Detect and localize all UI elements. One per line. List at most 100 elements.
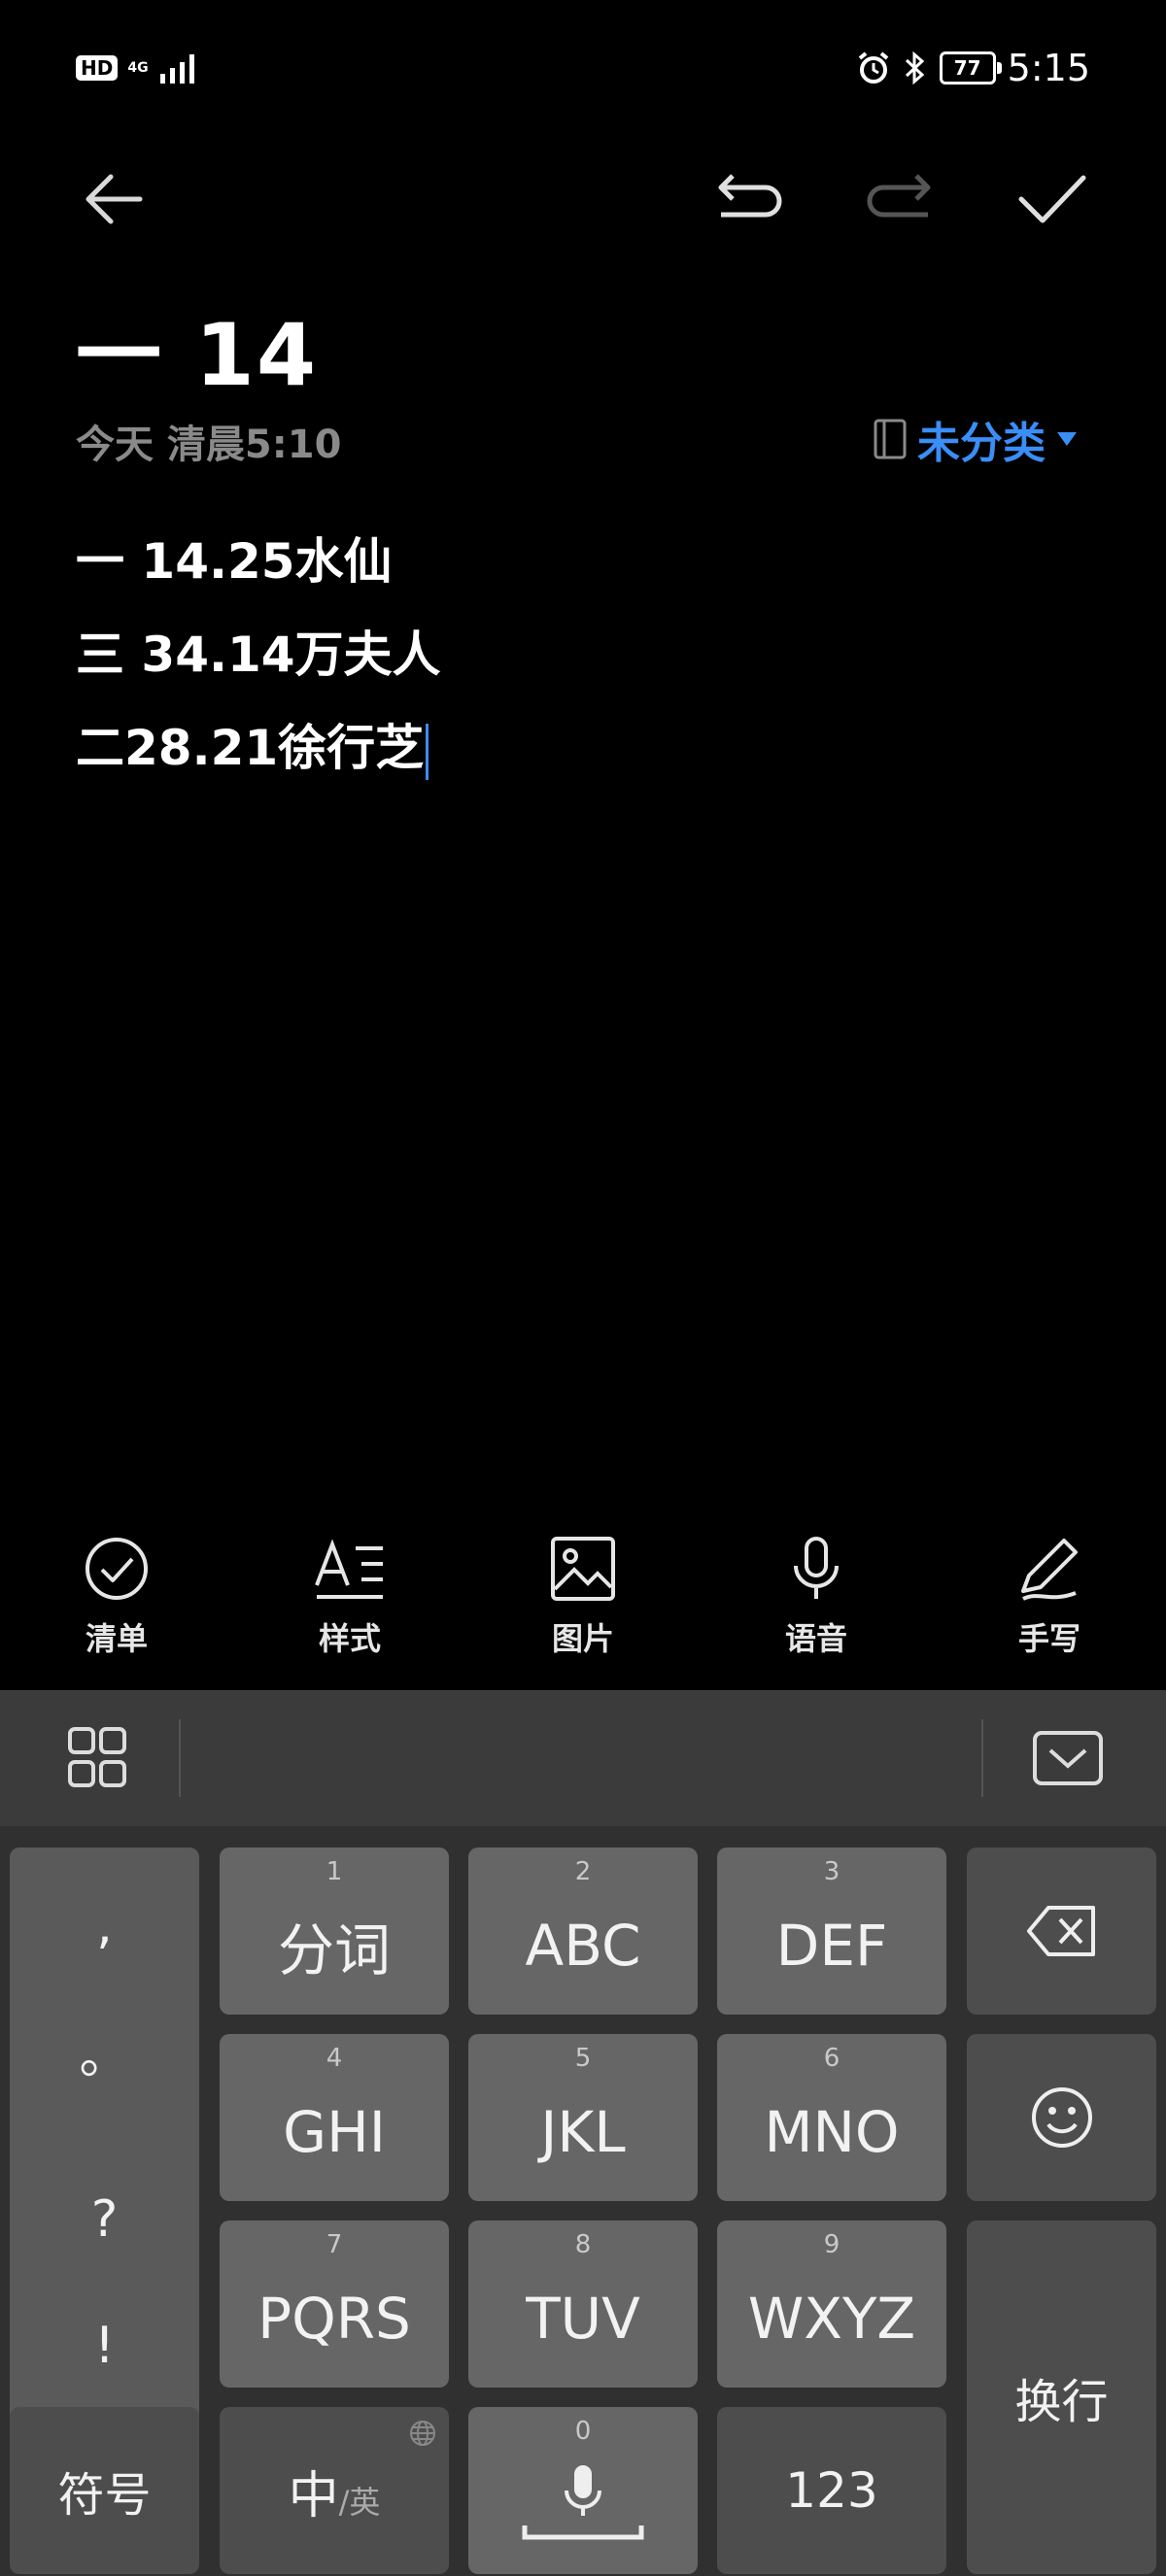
key-5[interactable]: 5 JKL [468,2034,698,2201]
key-label: GHI [283,2099,386,2165]
enter-label: 换行 [1014,2375,1109,2429]
divider [179,1719,181,1797]
voice-button[interactable]: 语音 [738,1535,894,1659]
key-number: 0 [574,2417,592,2446]
backspace-key[interactable] [967,1847,1156,2015]
undo-icon [718,174,782,218]
key-1[interactable]: 1 分词 [220,1847,449,2015]
style-button[interactable]: 样式 [272,1535,428,1659]
microphone-space-icon [522,2465,644,2540]
punct-key[interactable]: 。 [79,2015,129,2087]
keyboard-toolbar [0,1690,1166,1826]
key-label: ABC [525,1913,641,1979]
punctuation-column[interactable]: , 。 [10,1847,199,2137]
redo-icon [867,174,931,218]
keyboard-hide-icon [1033,1731,1103,1785]
emoji-icon [1031,2087,1092,2148]
keyboard: , 。 ? ! 1 分词 2 ABC 3 DEF 4 GHI 5 JKL 6 M… [0,1690,1166,2576]
note-line: 三 34.14万夫人 [76,627,441,683]
key-number: 7 [326,2230,343,2259]
tool-label: 清单 [85,1620,148,1657]
symbols-label: 符号 [57,2468,152,2523]
note-line: 二28.21徐行芝 [76,720,425,776]
language-switch-key[interactable]: 中/英 [220,2407,449,2574]
key-number: 2 [574,1857,592,1886]
hd-badge: HD [76,55,119,81]
emoji-key[interactable] [967,2034,1156,2201]
dropdown-triangle-icon [1057,432,1077,446]
save-button[interactable] [1009,155,1096,243]
punct-key[interactable]: ! [94,2317,115,2375]
key-label: DEF [775,1913,888,1979]
punctuation-column-lower[interactable]: ? ! [10,2137,199,2428]
key-4[interactable]: 4 GHI [220,2034,449,2201]
lang-sub: /英 [338,2483,381,2521]
tool-label: 语音 [784,1620,847,1657]
key-label: TUV [526,2286,640,2352]
handwriting-button[interactable]: 手写 [972,1535,1127,1659]
note-title[interactable]: 一 14 [76,287,318,410]
image-button[interactable]: 图片 [505,1535,661,1659]
status-right: 77 5:15 [856,47,1090,89]
tool-label: 图片 [551,1620,614,1657]
tool-label: 手写 [1017,1620,1080,1657]
lang-label: 中/英 [289,2455,381,2527]
key-number: 9 [823,2230,840,2259]
checklist-button[interactable]: 清单 [39,1535,194,1659]
key-label: 分词 [277,1917,391,1983]
text-cursor [426,723,429,780]
divider [981,1719,983,1797]
key-number: 1 [326,1857,343,1886]
network-type: 4G [127,60,149,76]
status-time: 5:15 [1007,47,1090,89]
pen-icon [1021,1539,1078,1601]
note-line: 一 14.25水仙 [76,533,393,590]
hide-keyboard-button[interactable] [1025,1729,1111,1787]
checkmark-icon [1018,175,1086,223]
key-3[interactable]: 3 DEF [717,1847,946,2015]
checklist-icon [86,1538,148,1600]
backspace-icon [1026,1906,1095,1956]
alarm-icon [858,51,888,84]
battery-indicator: 77 [939,51,1002,85]
key-number: 6 [823,2044,840,2073]
category-label: 未分类 [917,419,1046,468]
status-bar: HD 4G 77 5:15 [0,0,1166,146]
signal-icon [159,54,194,84]
numbers-key[interactable]: 123 [717,2407,946,2574]
punct-key[interactable]: ? [91,2190,119,2249]
enter-key[interactable]: 换行 [967,2220,1156,2574]
key-7[interactable]: 7 PQRS [220,2220,449,2388]
undo-button[interactable] [704,155,792,243]
space-key[interactable]: 0 [468,2407,698,2574]
text-style-icon [315,1539,383,1599]
image-icon [551,1537,615,1601]
category-selector[interactable]: 未分类 [873,408,1079,470]
key-label: JKL [540,2099,626,2165]
keyboard-menu-button[interactable] [58,1725,136,1791]
bluetooth-icon [905,51,924,85]
redo-button[interactable] [857,155,944,243]
key-number: 4 [326,2044,343,2073]
note-body[interactable]: 一 14.25水仙 三 34.14万夫人 二28.21徐行芝 [76,515,441,795]
lang-main: 中 [288,2466,339,2525]
key-label: WXYZ [747,2286,916,2352]
key-number: 3 [823,1857,840,1886]
key-number: 8 [574,2230,592,2259]
key-2[interactable]: 2 ABC [468,1847,698,2015]
back-arrow-icon [86,174,143,224]
key-9[interactable]: 9 WXYZ [717,2220,946,2388]
numbers-label: 123 [785,2462,878,2519]
notebook-icon [874,419,907,459]
grid-menu-icon [68,1727,126,1787]
status-left: HD 4G [76,51,201,85]
battery-level: 77 [953,56,981,80]
punct-key[interactable]: , [96,1897,113,1955]
key-8[interactable]: 8 TUV [468,2220,698,2388]
note-tools-bar: 清单 样式 图片 语音 手写 [0,1535,1166,1680]
tool-label: 样式 [318,1620,381,1657]
key-number: 5 [574,2044,592,2073]
key-6[interactable]: 6 MNO [717,2034,946,2201]
back-button[interactable] [70,155,157,243]
symbols-key[interactable]: 符号 [10,2407,199,2574]
